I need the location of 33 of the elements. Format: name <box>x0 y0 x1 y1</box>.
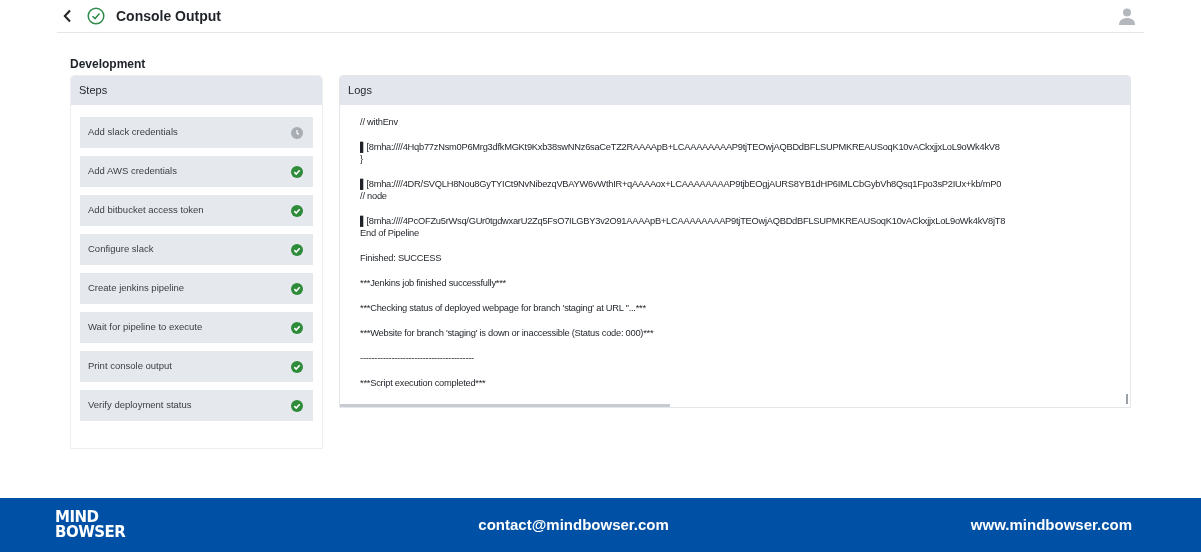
log-line: ***Jenkins job finished successfully*** <box>360 277 506 289</box>
website-link[interactable]: www.mindbowser.com <box>970 513 1132 537</box>
success-icon <box>87 7 105 25</box>
log-line: ▌[8mha:////4Hqb77zNsm0P6Mrg3dfkMGKt9Kxb38swNNz6saCeTZ2RAAAApB+LCAAAAAAAAP9tjTEOwjAQBDdBFLSUPMKREAUSoqK10vACkxjjxLoL9oWk4kV8 <box>360 141 1000 153</box>
log-line: ***Checking status of deployed webpage for branch 'staging' at URL ''...*** <box>360 302 646 314</box>
log-line: ***Website for branch 'staging' is down or inaccessible (Status code: 000)*** <box>360 327 654 339</box>
step-item[interactable]: Add AWS credentials <box>80 156 314 187</box>
contact-email[interactable]: contact@mindbowser.com <box>478 513 669 537</box>
log-line: End of Pipeline <box>360 227 419 239</box>
log-line: // withEnv <box>360 116 398 128</box>
step-item[interactable]: Verify deployment status <box>80 390 314 421</box>
user-icon[interactable] <box>1119 7 1135 25</box>
panel-title: Steps <box>79 83 108 99</box>
scrollbar-thumb[interactable] <box>1126 394 1128 404</box>
step-item[interactable]: Add slack credentials <box>80 117 314 148</box>
log-line: ▌[8mha:////4DR/SVQLH8Nou8GyTYICt9NvNibezqVBAYW6vWthIR+qAAAAox+LCAAAAAAAAP9tjbEOgjAURS8YB1dHP6IMLCbGybVh8Qsq1Fpo3sP2IUx+kb/mP0 <box>360 178 1002 190</box>
log-line: ---------------------------------------- <box>360 352 474 364</box>
step-item[interactable]: Wait for pipeline to execute <box>80 312 314 343</box>
logo: MIND BOWSER <box>55 510 126 540</box>
log-line: Finished: SUCCESS <box>360 252 442 264</box>
log-line: ▌[8mha:////4PcOFZu5rWsq/GUr0tgdwxarU2Zq5FsO7ILGBY3v2O91AAAApB+LCAAAAAAAAP9tjTEOwjAQBDdBFLSUPMKREAUSoqK10vACkxjjxLoL9oWk4kV8jT8 <box>360 215 1006 227</box>
panel-title: Logs <box>348 83 372 99</box>
back-icon[interactable] <box>63 9 72 23</box>
log-line: // node <box>360 190 387 202</box>
log-line: ***Script execution completed*** <box>360 377 486 389</box>
section-title: Development <box>70 56 147 71</box>
page-title: Console Output <box>116 6 221 26</box>
scrollbar-thumb[interactable] <box>340 404 671 407</box>
step-item[interactable]: Configure slack <box>80 234 314 265</box>
step-item[interactable]: Print console output <box>80 351 314 382</box>
step-item[interactable]: Add bitbucket access token <box>80 195 314 226</box>
log-line: } <box>360 153 363 165</box>
step-item[interactable]: Create jenkins pipeline <box>80 273 314 304</box>
